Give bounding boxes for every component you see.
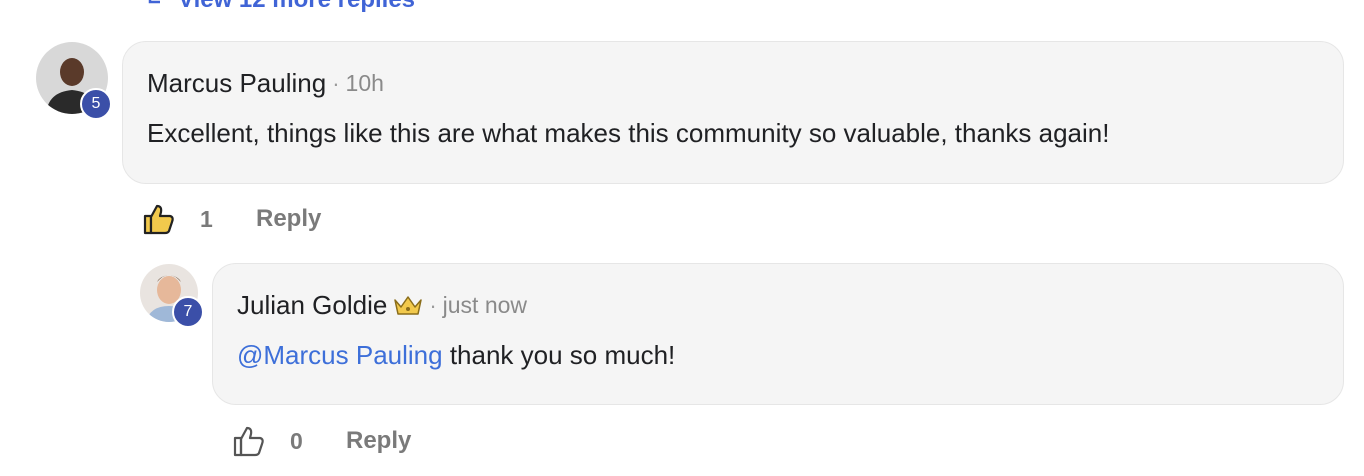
- author-name[interactable]: Julian Goldie: [237, 290, 387, 321]
- view-more-label: View 12 more replies: [178, 0, 415, 14]
- author-name[interactable]: Marcus Pauling: [147, 68, 326, 99]
- comment-bubble: Julian Goldie · just now @Marcus Pauling…: [212, 263, 1344, 405]
- comment-bubble: Marcus Pauling · 10h Excellent, things l…: [122, 41, 1344, 184]
- reply-arrow-icon: [148, 0, 160, 4]
- reply-button[interactable]: Reply: [346, 427, 411, 455]
- like-count: 1: [200, 205, 213, 232]
- level-badge: 5: [80, 88, 112, 120]
- like-count: 0: [290, 427, 303, 454]
- comment-text: Excellent, things like this are what mak…: [147, 118, 1110, 148]
- view-more-replies-link[interactable]: View 12 more replies: [148, 0, 415, 14]
- separator-dot: ·: [429, 292, 437, 318]
- level-badge: 7: [172, 296, 204, 328]
- comment-timestamp: 10h: [345, 70, 384, 96]
- thumbs-up-outline-icon[interactable]: [232, 424, 266, 458]
- comment-text: @Marcus Pauling thank you so much!: [237, 340, 675, 371]
- thumbs-up-icon[interactable]: [142, 202, 176, 236]
- avatar[interactable]: 7: [140, 264, 204, 328]
- avatar[interactable]: 5: [36, 42, 112, 120]
- crown-icon: [394, 295, 423, 315]
- separator-dot: ·: [332, 70, 340, 96]
- user-mention-link[interactable]: @Marcus Pauling: [237, 340, 443, 370]
- comment-actions: 1 Reply: [142, 202, 321, 236]
- reply-button[interactable]: Reply: [256, 205, 321, 233]
- comment-timestamp: just now: [442, 292, 528, 318]
- comment-actions: 0 Reply: [232, 424, 411, 458]
- comment-text-body: thank you so much!: [442, 340, 676, 370]
